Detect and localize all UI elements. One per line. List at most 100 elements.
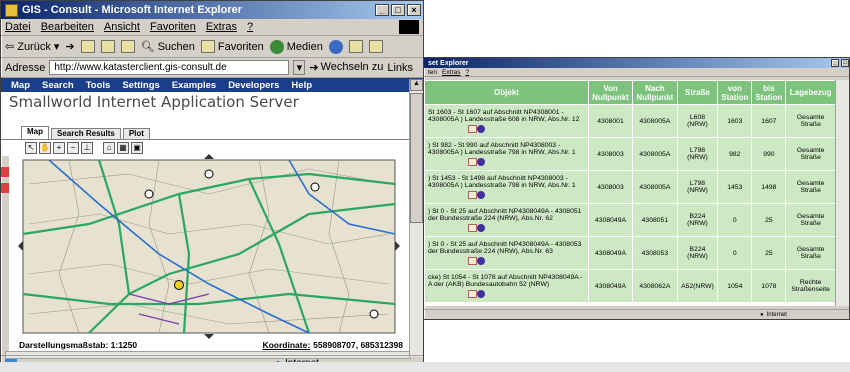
zoom-in-icon[interactable]: + — [53, 142, 65, 154]
info-icon[interactable] — [477, 257, 485, 265]
col-header-von-station[interactable]: von Station — [717, 80, 753, 105]
pdf-marker-icon[interactable] — [1, 183, 9, 193]
menu-item[interactable]: ten — [428, 69, 437, 76]
print-icon[interactable] — [368, 40, 383, 53]
cell-strasse: B224 (NRW) — [676, 236, 719, 270]
layers-icon[interactable]: ▦ — [117, 142, 129, 154]
table-row[interactable]: cke) St 1054 - St 1078 auf Abschnitt NP4… — [424, 269, 836, 303]
col-header-bis-station[interactable]: bis Station — [751, 80, 787, 105]
go-button[interactable]: ➔ Wechseln zu — [309, 61, 383, 74]
menu-datei[interactable]: Datei — [5, 21, 31, 33]
nav-settings[interactable]: Settings — [122, 80, 159, 91]
main-window-titlebar[interactable]: GIS - Consult - Microsoft Internet Explo… — [1, 1, 423, 19]
info-icon[interactable] — [477, 125, 485, 133]
table-row[interactable]: ) St 982 - St 990 auf Abschnitt NP430800… — [424, 137, 836, 171]
table-row[interactable]: ) St 0 - St 25 auf Abschnitt NP4308049A … — [424, 236, 836, 270]
map-status-row: Darstellungsmaßstab: 1:1250 Koordinate: … — [9, 339, 409, 351]
home-view-icon[interactable]: ⌂ — [103, 142, 115, 154]
pdf-icon[interactable] — [468, 125, 477, 133]
overview-icon[interactable]: ▣ — [131, 142, 143, 154]
address-input[interactable]: http://www.katasterclient.gis-consult.de — [49, 60, 290, 75]
search-button[interactable]: 🔍︎ Suchen — [141, 40, 195, 54]
pdf-icon[interactable] — [468, 290, 477, 298]
minimize-icon[interactable]: _ — [831, 59, 839, 67]
address-dropdown-icon[interactable]: ▾ — [293, 60, 306, 75]
menu-extras[interactable]: Extras — [206, 21, 237, 33]
tab-map[interactable]: Map — [21, 126, 49, 139]
table-row[interactable]: St 1603 - St 1607 auf Abschnitt NP430800… — [424, 104, 836, 138]
measure-icon[interactable]: ⊥ — [81, 142, 93, 154]
map-viewer[interactable] — [9, 154, 409, 339]
maximize-icon[interactable]: □ — [841, 59, 849, 67]
col-header-objekt[interactable]: Objekt — [424, 80, 589, 105]
minimize-icon[interactable]: _ — [375, 4, 389, 16]
cell-nach-np: 4308051 — [632, 203, 678, 237]
table-row[interactable]: ) St 0 - St 25 auf Abschnitt NP4308049A … — [424, 203, 836, 237]
info-icon[interactable] — [477, 224, 485, 232]
menu-favoriten[interactable]: Favoriten — [150, 21, 196, 33]
pan-hand-icon[interactable]: ✋ — [39, 142, 51, 154]
pdf-icon[interactable] — [468, 257, 477, 265]
col-header-lagebezug[interactable]: Lagebezug — [785, 80, 836, 105]
home-icon[interactable] — [120, 40, 135, 53]
mail-icon[interactable] — [348, 40, 363, 53]
nav-developers[interactable]: Developers — [228, 80, 279, 91]
cell-objekt: ) St 0 - St 25 auf Abschnitt NP4308049A … — [424, 236, 589, 270]
pdf-icon[interactable] — [468, 158, 477, 166]
col-header-nach-nullpunkt[interactable]: Nach Nullpunkt — [632, 80, 678, 105]
cell-bis-st: 1607 — [751, 104, 787, 138]
cell-strasse: L798 (NRW) — [676, 137, 719, 171]
menu-bearbeiten[interactable]: Bearbeiten — [41, 21, 94, 33]
address-bar: Adresse http://www.katasterclient.gis-co… — [1, 58, 423, 78]
scroll-up-icon[interactable]: ▲ — [410, 79, 423, 91]
nav-help[interactable]: Help — [291, 80, 312, 91]
cell-objekt: ) St 1453 - St 1498 auf Abschnitt NP4308… — [424, 170, 589, 204]
cell-nach-np: 4308062A — [632, 269, 678, 303]
refresh-icon[interactable] — [100, 40, 115, 53]
nav-examples[interactable]: Examples — [172, 80, 216, 91]
tab-plot[interactable]: Plot — [122, 128, 150, 139]
cell-von-st: 982 — [717, 137, 753, 171]
chevron-down-icon: ▾ — [53, 41, 60, 53]
pdf-marker-icon[interactable] — [1, 167, 9, 177]
menu-item[interactable]: Extras — [442, 69, 460, 76]
status-zone: Internet — [766, 311, 787, 318]
tab-search-results[interactable]: Search Results — [51, 128, 121, 139]
page-scrollbar[interactable]: ▲ — [409, 79, 423, 357]
menu-item[interactable]: ? — [465, 69, 469, 76]
info-icon[interactable] — [477, 290, 485, 298]
map-canvas[interactable] — [9, 154, 409, 339]
menu-help[interactable]: ? — [247, 21, 253, 33]
select-arrow-icon[interactable]: ↖ — [25, 142, 37, 154]
second-window-titlebar[interactable]: set Explorer _ □ — [424, 58, 849, 68]
info-icon[interactable] — [477, 191, 485, 199]
cell-nach-np: 4308053 — [632, 236, 678, 270]
col-header-strasse[interactable]: Straße — [676, 80, 719, 105]
links-label[interactable]: Links — [387, 62, 413, 74]
map-tabs: Map Search Results Plot — [1, 126, 423, 140]
favorites-button[interactable]: Favoriten — [200, 40, 264, 53]
pdf-icon[interactable] — [468, 191, 477, 199]
nav-map[interactable]: Map — [11, 80, 30, 91]
back-button[interactable]: ⇦ Zurück ▾ — [5, 40, 60, 54]
col-header-von-nullpunkt[interactable]: Von Nullpunkt — [587, 80, 634, 105]
nav-search[interactable]: Search — [42, 80, 74, 91]
cell-nach-np: 4308005A — [632, 104, 678, 138]
close-icon[interactable]: × — [407, 4, 421, 16]
results-scrollbar[interactable] — [835, 80, 849, 306]
maximize-icon[interactable]: □ — [391, 4, 405, 16]
history-icon[interactable] — [328, 39, 343, 54]
media-button[interactable]: Medien — [269, 39, 323, 54]
menu-ansicht[interactable]: Ansicht — [104, 21, 140, 33]
info-icon[interactable] — [477, 158, 485, 166]
forward-arrow-icon[interactable]: ➔ — [65, 40, 74, 53]
table-row[interactable]: ) St 1453 - St 1498 auf Abschnitt NP4308… — [424, 170, 836, 204]
cell-objekt: cke) St 1054 - St 1078 auf Abschnitt NP4… — [424, 269, 589, 303]
cell-von-np: 4308001 — [587, 104, 634, 138]
address-label: Adresse — [5, 61, 46, 74]
nav-tools[interactable]: Tools — [86, 80, 111, 91]
pdf-icon[interactable] — [468, 224, 477, 232]
scroll-thumb[interactable] — [410, 93, 423, 223]
stop-icon[interactable] — [80, 40, 95, 53]
zoom-out-icon[interactable]: − — [67, 142, 79, 154]
